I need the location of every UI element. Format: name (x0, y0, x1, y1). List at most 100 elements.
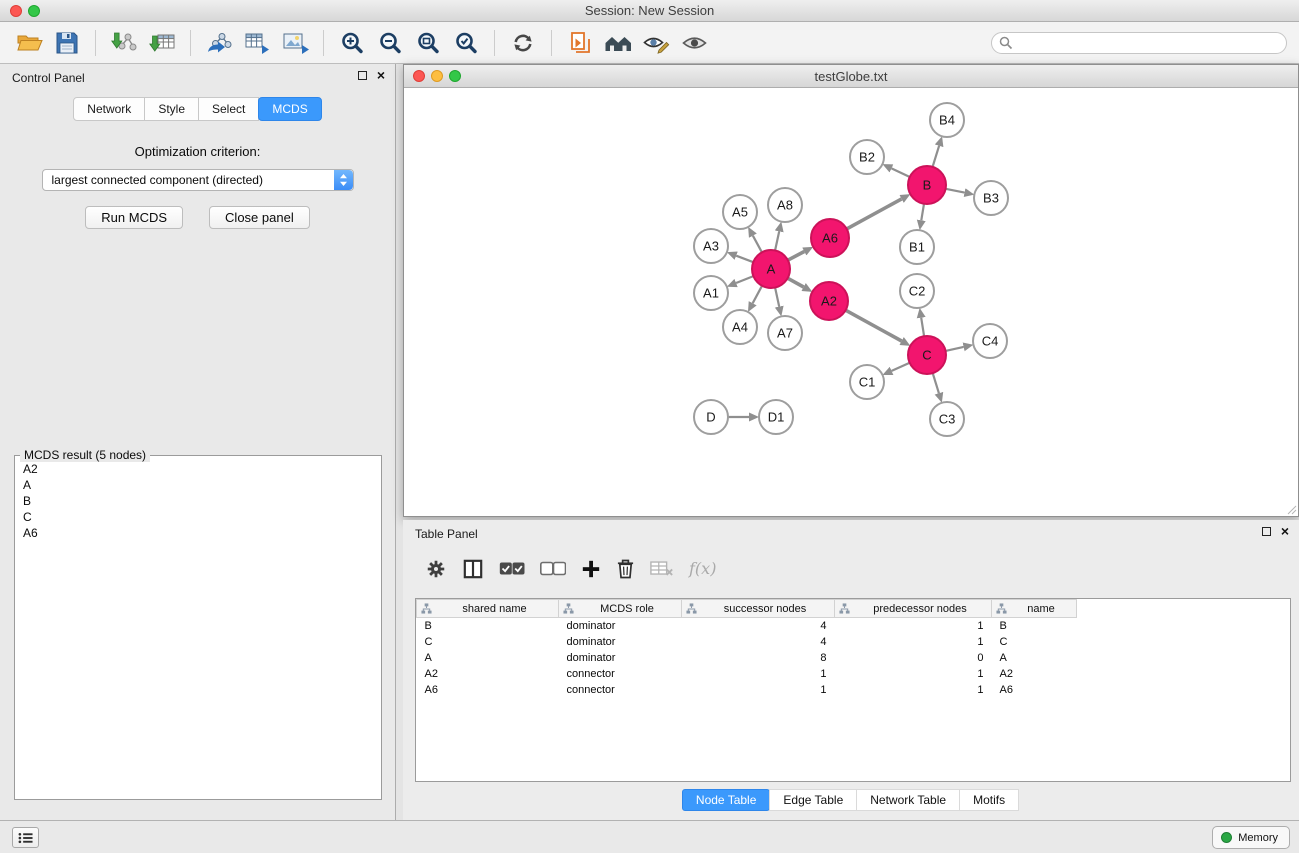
optimization-criterion-label: Optimization criterion: (0, 144, 395, 159)
graph-edge[interactable] (736, 256, 753, 263)
node-table[interactable]: shared nameMCDS rolesuccessor nodesprede… (415, 598, 1291, 782)
optimization-dropdown[interactable]: largest connected component (directed) (42, 169, 354, 191)
status-bar: Memory (0, 820, 1299, 853)
graph-edge[interactable] (933, 146, 940, 167)
open-session-button[interactable] (10, 27, 48, 59)
tab-motifs[interactable]: Motifs (959, 789, 1019, 811)
table-row[interactable]: Cdominator41C (417, 634, 1077, 650)
table-row[interactable]: A6connector11A6 (417, 682, 1077, 698)
save-session-button[interactable] (48, 27, 86, 59)
float-table-panel-icon[interactable] (1262, 527, 1271, 536)
tab-style[interactable]: Style (144, 97, 199, 121)
import-network-button[interactable] (105, 27, 143, 59)
graph-edge[interactable] (736, 276, 753, 283)
column-header[interactable]: successor nodes (682, 600, 835, 618)
graph-edge[interactable] (946, 189, 965, 193)
graph-edge[interactable] (753, 236, 762, 253)
result-item[interactable]: C (23, 509, 373, 525)
hide-selected-button[interactable] (637, 27, 675, 59)
network-canvas[interactable]: B4B2BB3A5A8A6A3B1AC2A1A2A4A7C4CC1C3DD1 (404, 88, 1298, 516)
import-table-button[interactable] (143, 27, 181, 59)
table-settings-gear-icon[interactable] (425, 558, 447, 580)
tab-network[interactable]: Network (73, 97, 145, 121)
show-columns-icon[interactable] (462, 559, 484, 579)
zoom-in-button[interactable] (333, 27, 371, 59)
first-neighbors-button[interactable] (599, 27, 637, 59)
network-window-title: testGlobe.txt (404, 65, 1298, 88)
run-mcds-button[interactable]: Run MCDS (85, 206, 183, 229)
column-header[interactable]: shared name (417, 600, 559, 618)
function-builder-button[interactable]: f(x) (689, 559, 716, 578)
column-header[interactable]: name (992, 600, 1077, 618)
table-row[interactable]: Bdominator41B (417, 618, 1077, 634)
network-close-button[interactable] (413, 70, 425, 82)
graph-edge[interactable] (921, 318, 924, 337)
table-cell: C (417, 634, 559, 650)
clear-table-icon[interactable] (650, 560, 674, 577)
graph-edge[interactable] (753, 286, 762, 303)
table-row[interactable]: A2connector11A2 (417, 666, 1077, 682)
graph-edge[interactable] (788, 252, 805, 261)
table-row[interactable]: Adominator80A (417, 650, 1077, 666)
graph-edge[interactable] (892, 363, 910, 371)
result-item[interactable]: A2 (23, 461, 373, 477)
graph-edge[interactable] (946, 347, 964, 351)
zoom-out-button[interactable] (371, 27, 409, 59)
table-cell: 0 (835, 650, 992, 666)
delete-row-trash-icon[interactable] (616, 558, 635, 579)
table-cell: 1 (682, 682, 835, 698)
result-item[interactable]: A6 (23, 525, 373, 541)
graph-edge[interactable] (775, 231, 779, 250)
close-panel-icon[interactable]: × (377, 71, 385, 80)
houses-icon (604, 31, 633, 55)
tab-select[interactable]: Select (198, 97, 259, 121)
zoom-out-icon (378, 31, 402, 55)
show-graphics-details-button[interactable] (675, 27, 713, 59)
toolbar-separator (190, 30, 191, 56)
graph-edge[interactable] (775, 288, 779, 307)
table-cell: A (992, 650, 1077, 666)
network-overview-button[interactable] (561, 27, 599, 59)
control-panel-header: Control Panel × (0, 64, 395, 90)
search-input[interactable] (991, 32, 1287, 54)
close-panel-button[interactable]: Close panel (209, 206, 310, 229)
close-window-button[interactable] (10, 5, 22, 17)
tab-edge-table[interactable]: Edge Table (769, 789, 857, 811)
tab-node-table[interactable]: Node Table (682, 789, 771, 811)
tab-network-table[interactable]: Network Table (856, 789, 960, 811)
result-item[interactable]: A (23, 477, 373, 493)
export-table-button[interactable] (238, 27, 276, 59)
graph-edge[interactable] (846, 310, 902, 341)
memory-button[interactable]: Memory (1212, 826, 1290, 849)
toolbar-separator (494, 30, 495, 56)
column-header[interactable]: predecessor nodes (835, 600, 992, 618)
graph-edge[interactable] (892, 168, 910, 177)
select-all-icon[interactable] (499, 561, 525, 577)
graph-node-label: D1 (768, 410, 785, 425)
toolbar-separator (95, 30, 96, 56)
network-minimize-button[interactable] (431, 70, 443, 82)
zoom-fit-button[interactable] (409, 27, 447, 59)
network-window-titlebar[interactable]: testGlobe.txt (404, 65, 1298, 88)
result-item[interactable]: B (23, 493, 373, 509)
refresh-button[interactable] (504, 27, 542, 59)
unselect-all-icon[interactable] (540, 561, 566, 577)
zoom-selected-button[interactable] (447, 27, 485, 59)
export-network-button[interactable] (200, 27, 238, 59)
network-graph[interactable]: B4B2BB3A5A8A6A3B1AC2A1A2A4A7C4CC1C3DD1 (404, 88, 1298, 516)
column-header[interactable]: MCDS role (559, 600, 682, 618)
graph-edge[interactable] (847, 199, 902, 229)
tab-mcds[interactable]: MCDS (258, 97, 321, 121)
graph-edge[interactable] (921, 204, 924, 221)
close-table-panel-icon[interactable]: × (1281, 527, 1289, 536)
graph-edge[interactable] (933, 373, 939, 393)
table-cell: connector (559, 682, 682, 698)
network-zoom-button[interactable] (449, 70, 461, 82)
graph-edge[interactable] (788, 278, 804, 287)
resize-grip-icon[interactable] (1285, 503, 1297, 515)
task-history-button[interactable] (12, 827, 39, 848)
float-panel-icon[interactable] (358, 71, 367, 80)
zoom-window-button[interactable] (28, 5, 40, 17)
export-image-button[interactable] (276, 27, 314, 59)
add-row-icon[interactable] (581, 559, 601, 579)
